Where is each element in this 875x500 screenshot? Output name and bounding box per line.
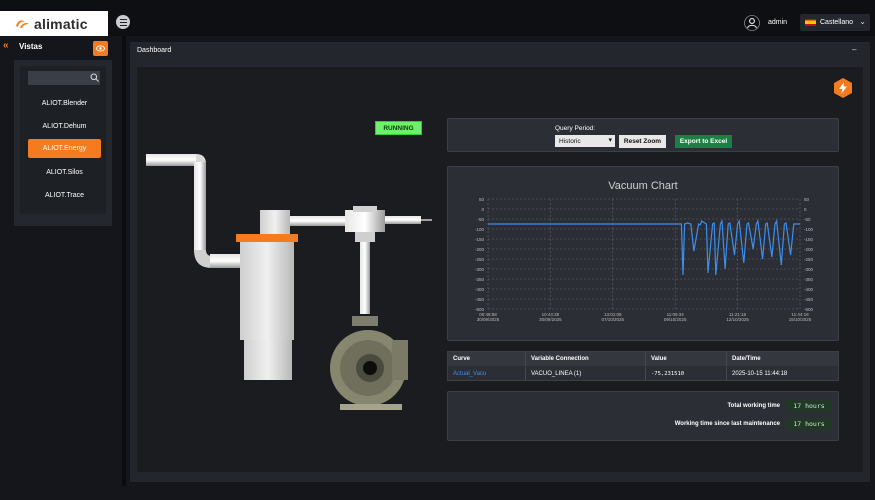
- header-variable-connection: Variable Connection: [526, 352, 646, 366]
- variable-connection-value: VACUO_LINEA (1): [526, 367, 646, 381]
- y-tick-label-left: -100: [475, 227, 485, 232]
- language-select[interactable]: Castellano ⌄: [800, 14, 870, 31]
- table-row: Actual_Vacu VACUO_LINEA (1) -75,231510 2…: [448, 367, 838, 381]
- y-tick-label-left: -350: [475, 277, 485, 282]
- vacuum-chart-panel: Vacuum Chart 50 50 0 0 -50 -50 -100 -100 -150 -150…: [447, 166, 839, 341]
- working-time-panel: [447, 391, 839, 441]
- y-tick-label-right: -50: [804, 217, 811, 222]
- collapse-sidebar-icon[interactable]: «: [3, 40, 9, 51]
- x-tick-date: 07/10/2025: [602, 317, 625, 322]
- vacuum-pump-illustration: [146, 154, 432, 410]
- y-tick-label-right: 0: [804, 207, 807, 212]
- chevron-down-icon: ▾: [608, 137, 612, 144]
- x-tick-date: 30/09/2025: [539, 317, 562, 322]
- y-tick-label-left: -150: [475, 237, 485, 242]
- y-tick-label-left: -200: [475, 247, 485, 252]
- curve-table: Curve Variable Connection Value Date/Tim…: [447, 351, 839, 381]
- header-curve: Curve: [448, 352, 526, 366]
- y-tick-label-right: -300: [804, 267, 814, 272]
- datetime-value: 2025-10-15 11:44:18: [732, 371, 788, 377]
- dashboard-title: Dashboard: [137, 47, 172, 54]
- y-tick-label-left: 0: [481, 207, 484, 212]
- reset-zoom-button[interactable]: Reset Zoom: [619, 135, 666, 148]
- y-tick-label-right: -200: [804, 247, 814, 252]
- sidebar-item-blender[interactable]: ALIOT.Blender: [28, 94, 101, 113]
- query-period-select[interactable]: Historic ▾: [555, 135, 615, 147]
- x-tick-date: 15/10/2025: [789, 317, 812, 322]
- y-tick-label-left: 50: [479, 197, 485, 202]
- x-tick-date: 09/10/2025: [664, 317, 687, 322]
- sidebar-item-energy[interactable]: ALIOT.Energy: [28, 139, 101, 158]
- query-period-label: Query Period:: [555, 125, 596, 132]
- energy-bolt-icon: [834, 78, 852, 98]
- total-working-time-value: 17 hours: [786, 400, 832, 412]
- y-tick-label-right: -250: [804, 257, 814, 262]
- header-datetime: Date/Time: [732, 356, 761, 362]
- y-tick-label-right: 50: [804, 197, 810, 202]
- y-tick-label-right: -350: [804, 277, 814, 282]
- minimize-button[interactable]: –: [852, 45, 856, 54]
- y-tick-label-left: -250: [475, 257, 485, 262]
- spain-flag-icon: [805, 19, 816, 26]
- y-tick-label-right: -400: [804, 287, 814, 292]
- total-working-time-label: Total working time: [727, 403, 780, 409]
- user-name: admin: [768, 19, 788, 26]
- alimatic-logo-icon: [16, 20, 29, 28]
- sidebar-item-silos[interactable]: ALIOT.Silos: [28, 163, 101, 182]
- header-value: Value: [646, 352, 727, 366]
- status-badge: RUNNING: [375, 121, 422, 135]
- brand-logo[interactable]: alimatic: [0, 11, 108, 36]
- y-tick-label-left: -50: [477, 217, 484, 222]
- current-value: -75,231510: [646, 367, 727, 381]
- menu-toggle-icon[interactable]: [116, 15, 130, 29]
- query-period-value: Historic: [559, 137, 581, 145]
- eye-icon[interactable]: [93, 41, 108, 56]
- y-tick-label-left: -450: [475, 297, 485, 302]
- y-tick-label-left: -300: [475, 267, 485, 272]
- maintenance-working-time-label: Working time since last maintenance: [674, 421, 780, 427]
- chevron-down-icon: ⌄: [859, 17, 866, 26]
- chart-title: Vacuum Chart: [608, 180, 678, 192]
- export-excel-button[interactable]: Export to Excel: [675, 135, 732, 148]
- curve-link[interactable]: Actual_Vacu: [448, 367, 526, 381]
- sidebar-title: Vistas: [19, 42, 43, 51]
- sidebar-item-dehum[interactable]: ALIOT.Dehum: [28, 117, 101, 136]
- sidebar-item-trace[interactable]: ALIOT.Trace: [28, 186, 101, 205]
- y-tick-label-right: -100: [804, 227, 814, 232]
- table-header: Curve Variable Connection Value Date/Tim…: [448, 352, 838, 366]
- brand-name: alimatic: [34, 15, 88, 32]
- user-icon[interactable]: [744, 15, 760, 31]
- language-label: Castellano: [820, 19, 854, 26]
- x-tick-date: 30/09/2025: [477, 317, 500, 322]
- divider: [122, 36, 126, 486]
- maintenance-working-time-value: 17 hours: [786, 418, 832, 430]
- y-tick-label-right: -150: [804, 237, 814, 242]
- y-tick-label-right: -450: [804, 297, 814, 302]
- x-tick-date: 12/10/2025: [726, 317, 749, 322]
- y-tick-label-left: -400: [475, 287, 485, 292]
- search-icon[interactable]: [90, 73, 99, 82]
- vacuum-chart[interactable]: Vacuum Chart 50 50 0 0 -50 -50 -100 -100 -150 -150…: [448, 167, 838, 340]
